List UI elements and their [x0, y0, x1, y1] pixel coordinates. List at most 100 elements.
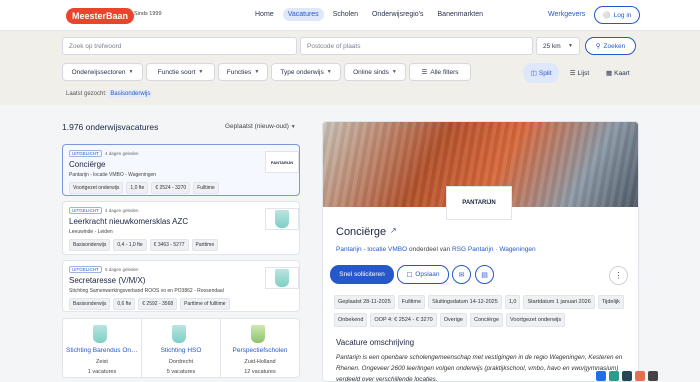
school-emblem-icon — [275, 210, 289, 228]
radius-select[interactable]: 25 km ▼ — [536, 37, 580, 55]
keyword-input[interactable]: Zoek op trefwoord — [62, 37, 297, 55]
job-chip: 0,4 - 1,0 fte — [113, 239, 147, 251]
detail-chip: OOP 4: € 2524 - € 3270 — [370, 313, 437, 327]
nav-vacatures[interactable]: Vacatures — [282, 8, 324, 21]
radius-value: 25 km — [543, 42, 561, 50]
vacancy-heading: Vacature omschrijving — [336, 338, 415, 347]
filter-type-onderwijs[interactable]: Type onderwijs ▼ — [271, 63, 341, 81]
chevron-down-icon: ▼ — [326, 69, 332, 75]
user-icon: ⚪ — [602, 12, 611, 19]
login-button[interactable]: ⚪ Log in — [594, 6, 640, 24]
company-logo — [265, 267, 299, 289]
job-chip: Fulltime — [193, 182, 219, 194]
last-search-tag[interactable]: Basisonderwijs — [108, 90, 153, 98]
filter-online-sinds[interactable]: Online sinds ▼ — [344, 63, 406, 81]
filter-functie-soort[interactable]: Functie soort ▼ — [146, 63, 215, 81]
map-icon: ▦ — [605, 70, 613, 77]
school-location: Dordrecht — [168, 359, 194, 365]
job-card[interactable]: UITGELICHT 4 dagen geleden Conciërge Pan… — [62, 144, 300, 196]
school-vacancy-count: 5 vacatures — [166, 369, 196, 375]
werkgevers-link[interactable]: Werkgevers — [548, 11, 585, 18]
school-location: Zeist — [96, 359, 108, 365]
detail-chip: Geplaatst 28-11-2025 — [334, 295, 395, 309]
external-link-icon[interactable]: ↗ — [390, 226, 397, 235]
job-chip: Basisonderwijs — [69, 239, 111, 251]
more-options-icon[interactable]: ⋮ — [609, 266, 628, 285]
save-label: Opslaan — [415, 271, 440, 278]
bookmark-icon: ☐ — [406, 271, 413, 279]
detail-chips-row2: Onbekend OOP 4: € 2524 - € 3270 Overige … — [334, 313, 634, 327]
app-icon[interactable] — [635, 370, 645, 381]
parent-org-link[interactable]: RSG Pantarijn — [452, 246, 494, 253]
job-card[interactable]: UITGELICHT 4 dagen geleden Leerkracht ni… — [62, 201, 300, 255]
filter-onderwijssectoren[interactable]: Onderwijssectoren ▼ — [62, 63, 143, 81]
school-card[interactable]: Perspectiefscholen Zuid-Holland 12 vacat… — [221, 319, 299, 377]
org-link[interactable]: Pantarijn - locatie VMBO — [336, 246, 407, 253]
all-filters-button[interactable]: ☰ Alle filters — [409, 63, 471, 81]
search-button-label: Zoeken — [603, 42, 626, 50]
split-icon: ◫ — [530, 70, 537, 77]
document-icon[interactable]: ▤ — [475, 265, 494, 284]
app-icon[interactable] — [596, 370, 606, 381]
results-count: 1.976 onderwijsvacatures — [62, 122, 159, 132]
vacancy-description: Pantarijn is een openbare scholengemeens… — [336, 354, 623, 382]
login-label: Log in — [613, 11, 632, 19]
job-title: Secretaresse (V/M/X) — [69, 276, 146, 285]
nav-onderwijsregios[interactable]: Onderwijsregio's — [367, 8, 429, 21]
app-icon[interactable] — [609, 370, 619, 381]
job-card[interactable]: UITGELICHT 5 dagen geleden Secretaresse … — [62, 260, 300, 312]
main-nav: Home Vacatures Scholen Onderwijsregio's … — [250, 8, 488, 21]
company-logo: PANTARIJN — [446, 186, 512, 220]
detail-title: Conciërge — [336, 226, 387, 238]
search-button[interactable]: ⚲ Zoeken — [585, 37, 636, 55]
email-share-icon[interactable]: ✉ — [452, 265, 471, 284]
detail-chip: Fulltime — [397, 295, 426, 309]
nav-banenmarkten[interactable]: Banenmarkten — [433, 8, 489, 21]
app-icon[interactable] — [648, 370, 658, 381]
system-tray — [596, 369, 662, 382]
nav-home[interactable]: Home — [250, 8, 279, 21]
school-emblem-icon — [172, 325, 186, 343]
school-card[interactable]: Stichting HSO Dordrecht 5 vacatures — [142, 319, 221, 377]
school-name[interactable]: Stichting Barendus Ond… — [63, 347, 141, 354]
school-name[interactable]: Stichting HSO — [142, 347, 220, 354]
school-vacancy-count: 1 vacatures — [87, 369, 117, 375]
save-button[interactable]: ☐ Opslaan — [397, 265, 449, 284]
school-card[interactable]: Stichting Barendus Ond… Zeist 1 vacature… — [63, 319, 142, 377]
school-vacancy-count: 12 vacatures — [244, 369, 276, 375]
job-chip: Basisonderwijs — [69, 298, 111, 310]
view-map[interactable]: ▦ Kaart — [600, 63, 636, 83]
search-icon: ⚲ — [595, 43, 601, 50]
detail-chip: Onbekend — [334, 313, 368, 327]
meesterbaan-logo[interactable]: MeesterBaan — [66, 8, 135, 24]
app-icon[interactable] — [622, 370, 632, 381]
filter-functies[interactable]: Functies ▼ — [218, 63, 268, 81]
detail-chip: Sluitingsdatum 14-12-2025 — [428, 295, 502, 309]
job-chips: Basisonderwijs 0,4 - 1,0 fte € 3463 - 52… — [69, 239, 219, 251]
job-chip: Parttime of fulltime — [180, 298, 230, 310]
sort-select[interactable]: Geplaatst (nieuw-oud) ▼ — [225, 123, 296, 130]
job-chip: Parttime — [191, 239, 219, 251]
view-toggle: ◫ Split ☰ Lijst ▦ Kaart — [523, 63, 636, 83]
apply-button[interactable]: Snel solliciteren — [330, 265, 394, 284]
view-list[interactable]: ☰ Lijst — [561, 63, 597, 83]
chevron-down-icon: ▼ — [198, 69, 204, 75]
location-input[interactable]: Postcode of plaats — [300, 37, 533, 55]
sliders-icon: ☰ — [421, 69, 428, 76]
detail-chip: Startdatum 1 januari 2026 — [523, 295, 595, 309]
detail-chip: 1,0 — [504, 295, 521, 309]
detail-chips-row1: Geplaatst 28-11-2025 Fulltime Sluitingsd… — [334, 295, 634, 309]
posted-age: 4 dagen geleden — [105, 208, 139, 213]
job-chip: € 3463 - 5277 — [149, 239, 189, 251]
company-logo — [265, 208, 299, 230]
school-name[interactable]: Perspectiefscholen — [221, 347, 299, 354]
job-chip: € 2524 - 3270 — [151, 182, 191, 194]
last-search-label: Laatst gezocht: — [66, 91, 107, 97]
posted-age: 4 dagen geleden — [105, 151, 139, 156]
job-chip: Voortgezet onderwijs — [69, 182, 124, 194]
last-search: Laatst gezocht: Basisonderwijs — [66, 90, 153, 98]
view-split[interactable]: ◫ Split — [523, 63, 560, 83]
city-link[interactable]: Wageningen — [499, 246, 535, 253]
chevron-down-icon: ▼ — [128, 69, 134, 75]
nav-scholen[interactable]: Scholen — [328, 8, 363, 21]
